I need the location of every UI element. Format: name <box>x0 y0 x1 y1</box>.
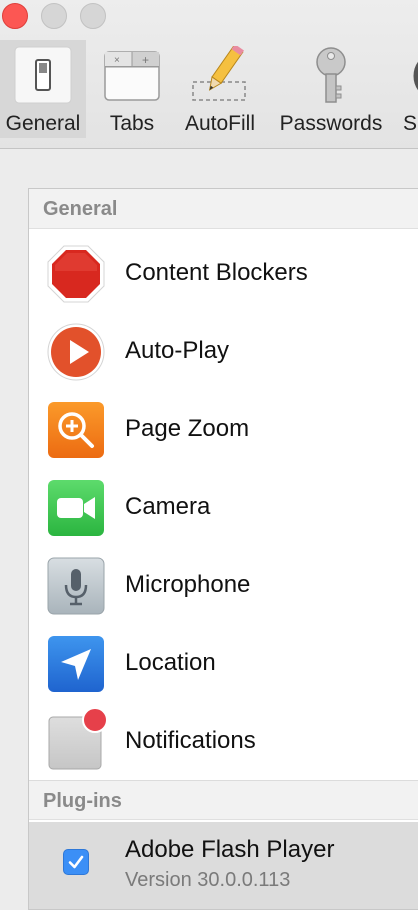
toolbar-label: S <box>403 112 418 135</box>
sidebar-item-label: Content Blockers <box>125 259 308 286</box>
section-header-general: General <box>29 189 418 229</box>
minimize-window-button[interactable] <box>41 3 67 29</box>
toolbar-tab-partial[interactable]: S <box>400 40 418 138</box>
zoom-window-button[interactable] <box>80 3 106 29</box>
toolbar-tab-passwords[interactable]: Passwords <box>272 40 390 138</box>
preferences-toolbar: General × + Tabs AutoFill Passwords S <box>0 0 418 149</box>
toolbar-tab-autofill[interactable]: AutoFill <box>178 40 262 138</box>
toolbar-tab-tabs[interactable]: × + Tabs <box>96 40 168 138</box>
key-icon <box>316 47 346 103</box>
sidebar-item-label: Camera <box>125 493 211 520</box>
toolbar-label: Passwords <box>279 112 383 135</box>
partial-icon <box>413 61 418 91</box>
plugin-version: Version 30.0.0.113 <box>125 869 291 891</box>
location-arrow-icon <box>48 636 104 692</box>
sidebar-item-content-blockers[interactable]: Content Blockers <box>29 234 418 312</box>
checkmark-icon <box>68 855 84 869</box>
toolbar-tab-general[interactable]: General <box>0 40 86 138</box>
sidebar-item-auto-play[interactable]: Auto-Play <box>29 312 418 390</box>
close-window-button[interactable] <box>2 3 28 29</box>
sidebar-item-page-zoom[interactable]: Page Zoom <box>29 390 418 468</box>
section-header-plugins: Plug-ins <box>29 780 418 820</box>
toolbar-label: AutoFill <box>184 112 256 135</box>
svg-text:+: + <box>142 53 149 67</box>
sidebar-item-label: Page Zoom <box>125 415 250 442</box>
sidebar-item-label: Microphone <box>125 571 251 598</box>
tabs-icon: × + <box>104 51 160 101</box>
toolbar-label: Tabs <box>109 112 155 135</box>
zoom-icon <box>48 402 104 458</box>
camera-icon <box>48 480 104 536</box>
sidebar-item-camera[interactable]: Camera <box>29 468 418 546</box>
plugin-enabled-checkbox[interactable] <box>63 849 89 875</box>
sidebar-item-location[interactable]: Location <box>29 624 418 702</box>
microphone-icon <box>47 557 105 615</box>
stop-sign-icon <box>47 245 105 303</box>
toolbar-label: General <box>5 112 81 135</box>
plugin-item-adobe-flash-player[interactable]: Adobe Flash Player Version 30.0.0.113 <box>29 822 418 909</box>
autofill-pencil-icon <box>192 46 246 101</box>
general-switch-icon <box>14 46 72 104</box>
sidebar-item-notifications[interactable]: Notifications <box>29 702 418 780</box>
play-icon <box>47 323 105 381</box>
sidebar-item-label: Auto-Play <box>125 337 230 364</box>
sidebar-item-label: Location <box>125 649 216 676</box>
sidebar-item-microphone[interactable]: Microphone <box>29 546 418 624</box>
websites-sidebar-list: General Content Blockers Auto-Play Page … <box>28 188 418 910</box>
preferences-content: General Content Blockers Auto-Play Page … <box>0 149 418 910</box>
svg-text:×: × <box>114 55 120 66</box>
notifications-icon <box>48 707 108 770</box>
plugin-name: Adobe Flash Player <box>125 836 335 863</box>
sidebar-item-label: Notifications <box>125 727 256 754</box>
